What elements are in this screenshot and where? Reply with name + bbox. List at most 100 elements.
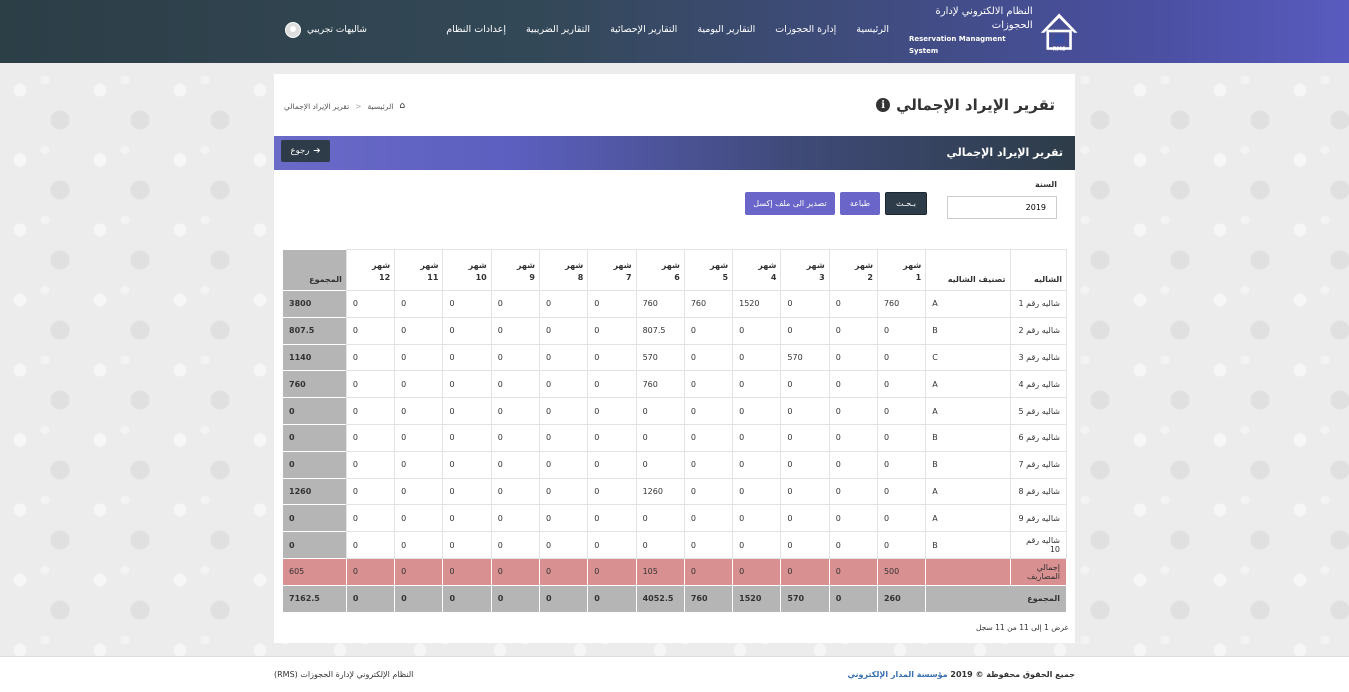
export-excel-button[interactable]: تصدير الى ملف إكسل <box>745 192 835 215</box>
row-total-cell: 3800 <box>282 290 347 318</box>
year-input[interactable] <box>947 196 1057 219</box>
user-menu[interactable]: شاليهات تجريبي <box>285 22 367 38</box>
nav-system-settings[interactable]: إعدادات النظام <box>446 24 506 35</box>
expenses-month-cell: 0 <box>828 557 878 586</box>
month-value-cell: 0 <box>394 343 444 372</box>
expenses-month-cell: 0 <box>587 557 637 586</box>
month-value-cell: 0 <box>442 450 492 479</box>
month-value-cell: 0 <box>538 423 589 452</box>
month-value-cell: 0 <box>442 423 492 452</box>
month-value-cell: 0 <box>394 423 444 452</box>
back-button[interactable]: ➔ رجوع <box>281 140 330 162</box>
month-value-cell: 0 <box>683 316 734 345</box>
header-class[interactable]: تصنيف الشاليه <box>925 249 1011 291</box>
footer-copyright: جميع الحقوق محفوظة © 2019 مؤسسة المدار ا… <box>847 670 1075 679</box>
print-button[interactable]: طباعة <box>840 192 880 215</box>
header-chalet[interactable]: الشاليه <box>1009 249 1067 291</box>
header-month-9[interactable]: شهر 9 <box>490 249 541 291</box>
totals-month-cell: 0 <box>394 584 444 613</box>
home-icon[interactable]: ⌂ <box>399 101 405 111</box>
row-total-cell: 1140 <box>282 343 347 372</box>
month-value-cell: 0 <box>345 290 396 318</box>
month-value-cell: 0 <box>828 477 878 506</box>
header-total[interactable]: المجموع <box>282 249 347 291</box>
month-value-cell: 0 <box>587 477 637 506</box>
row-total-cell: 0 <box>282 531 347 559</box>
table-row: شاليه رقم 4 A 0 0 0 0 0 760 0 0 0 0 0 0 760 <box>282 370 1067 399</box>
header-month-7[interactable]: شهر 7 <box>587 249 637 291</box>
month-value-cell: 0 <box>394 290 444 318</box>
expenses-month-cell: 105 <box>635 557 685 586</box>
totals-month-cell: 0 <box>490 584 541 613</box>
footer-system-name: النظام الإلكتروني لإدارة الحجوزات (RMS) <box>274 670 414 679</box>
month-value-cell: 0 <box>876 370 927 399</box>
nav-reservations[interactable]: إدارة الحجوزات <box>775 24 836 35</box>
month-value-cell: 0 <box>635 531 685 559</box>
month-value-cell: 0 <box>683 423 734 452</box>
header-month-12[interactable]: شهر 12 <box>345 249 396 291</box>
month-value-cell: 0 <box>876 531 927 559</box>
logo-badge: RMS <box>1052 46 1065 52</box>
month-value-cell: 0 <box>587 531 637 559</box>
month-value-cell: 760 <box>683 290 734 318</box>
month-value-cell: 0 <box>394 450 444 479</box>
month-value-cell: 0 <box>345 397 396 425</box>
month-value-cell: 0 <box>345 423 396 452</box>
nav-daily-reports[interactable]: التقارير اليومية <box>697 24 755 35</box>
header-month-number: 1 <box>915 273 922 282</box>
expenses-month-cell: 0 <box>345 557 396 586</box>
month-value-cell: 0 <box>490 290 541 318</box>
month-value-cell: 0 <box>828 450 878 479</box>
header-month-6[interactable]: شهر 6 <box>635 249 685 291</box>
nav-statistical-reports[interactable]: التقارير الإحصائية <box>610 24 677 35</box>
month-value-cell: 0 <box>635 504 685 533</box>
nav-home[interactable]: الرئيسية <box>856 24 889 35</box>
search-button[interactable]: بـحـث <box>885 192 927 215</box>
header-month-4[interactable]: شهر 4 <box>732 249 782 291</box>
expenses-month-cell: 0 <box>732 557 782 586</box>
month-value-cell: 0 <box>345 370 396 399</box>
month-value-cell: 0 <box>490 504 541 533</box>
month-value-cell: 0 <box>683 531 734 559</box>
header-month-1[interactable]: شهر 1 <box>876 249 927 291</box>
header-month-word: شهر <box>372 261 391 270</box>
expenses-row: إجمالي المصاريف 500 0 0 0 0 105 0 0 0 0 0 0 605 <box>282 557 1067 586</box>
header-month-11[interactable]: شهر 11 <box>394 249 444 291</box>
month-value-cell: 0 <box>442 343 492 372</box>
row-total-cell: 0 <box>282 397 347 425</box>
header-month-3[interactable]: شهر 3 <box>780 249 830 291</box>
month-value-cell: 0 <box>828 290 878 318</box>
header-month-5[interactable]: شهر 5 <box>683 249 734 291</box>
totals-month-cell: 0 <box>828 584 878 613</box>
header-month-number: 4 <box>770 273 777 282</box>
month-value-cell: 0 <box>345 477 396 506</box>
breadcrumb-home[interactable]: الرئيسية <box>367 102 393 111</box>
nav-tax-reports[interactable]: التقارير الضريبية <box>526 24 590 35</box>
row-total-cell: 1260 <box>282 477 347 506</box>
month-value-cell: 0 <box>732 370 782 399</box>
month-value-cell: 0 <box>490 316 541 345</box>
app-logo[interactable]: RMS النظام الالكتروني لإدارة الحجوزات Re… <box>909 6 1079 56</box>
month-value-cell: 760 <box>635 370 685 399</box>
footer-company-link[interactable]: مؤسسة المدار الإلكتروني <box>847 670 947 679</box>
month-value-cell: 0 <box>490 370 541 399</box>
header-month-word: شهر <box>806 261 825 270</box>
month-value-cell: 0 <box>538 343 589 372</box>
header-month-2[interactable]: شهر 2 <box>828 249 878 291</box>
top-navbar: RMS النظام الالكتروني لإدارة الحجوزات Re… <box>0 0 1349 63</box>
totals-month-cell: 1520 <box>732 584 782 613</box>
header-month-8[interactable]: شهر 8 <box>538 249 589 291</box>
row-total-cell: 760 <box>282 370 347 399</box>
report-panel: تقرير الإيراد الإجمالي i ⌂ الرئيسية < تق… <box>274 74 1075 643</box>
month-value-cell: 760 <box>876 290 927 318</box>
header-month-word: شهر <box>420 261 439 270</box>
month-value-cell: 0 <box>587 343 637 372</box>
totals-month-cell: 760 <box>683 584 734 613</box>
section-header: تقرير الإيراد الإجمالي ➔ رجوع <box>274 136 1075 170</box>
totals-label-cell: المجموع <box>925 584 1067 613</box>
header-month-10[interactable]: شهر 10 <box>442 249 492 291</box>
month-value-cell: 0 <box>876 504 927 533</box>
info-icon[interactable]: i <box>876 98 891 112</box>
month-value-cell: 0 <box>635 450 685 479</box>
month-value-cell: 0 <box>490 343 541 372</box>
